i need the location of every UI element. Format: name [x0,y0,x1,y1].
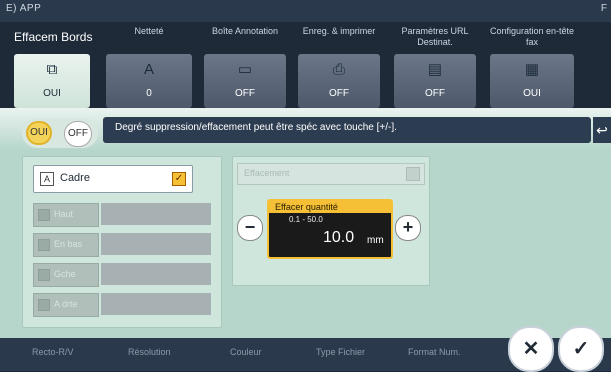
tab-effacem-bords[interactable]: Effacem Bords ⧉ OUI [8,20,96,108]
frame-box: A Cadre ✓ Haut En bas Gche A drte [22,156,222,328]
save-print-icon: ⎙ [332,61,345,78]
bottom-item-type-fichier: Type Fichier [316,347,366,357]
cancel-button[interactable]: ✕ [508,326,554,372]
tab-nettete[interactable]: Netteté A 0 [100,20,198,108]
side-button-gche[interactable]: Gche [33,263,99,287]
tab-enreg-imprimer[interactable]: Enreg. & imprimer ⎙ OFF [292,20,386,108]
toggle-off[interactable]: OFF [64,121,92,147]
side-icon [38,209,50,221]
tab-value: OUI [523,88,541,99]
tab-value: 0 [146,88,152,99]
tab-value: OUI [43,88,61,99]
decrease-button[interactable]: − [237,215,263,241]
message-bar: Degré suppression/effacement peut être s… [103,117,591,143]
tab-tile[interactable]: ▭ OFF [204,54,286,108]
side-value-field [101,233,211,255]
side-label: A drte [54,299,78,309]
tab-tile[interactable]: ⧉ OUI [14,54,90,108]
cadre-label: Cadre [60,172,90,184]
bottom-item-recto-rv: Recto-R/V [32,347,74,357]
tab-title: Effacem Bords [14,30,93,44]
tab-value: OFF [235,88,255,99]
tab-tile[interactable]: A 0 [106,54,192,108]
side-row-en-bas: En bas [33,233,211,257]
annotation-box-icon: ▭ [237,61,253,78]
increase-button[interactable]: + [395,215,421,241]
tab-tile[interactable]: ⎙ OFF [298,54,380,108]
effacement-label: Effacement [244,168,290,178]
side-label: Haut [54,209,74,219]
tab-title: Netteté [134,26,164,36]
app-right-label: F [600,3,607,14]
message-text: Degré suppression/effacement peut être s… [115,122,397,133]
tab-boite-annotation[interactable]: Boîte Annotation ▭ OFF [198,20,292,108]
tab-title: Paramètres URL Destinat. [401,26,469,47]
erase-quantity-box: Effacement − Effacer quantité 0.1 - 50.0… [232,156,430,286]
bottom-item-resolution: Résolution [128,347,171,357]
side-value-field [101,293,211,315]
side-row-gche: Gche [33,263,211,287]
side-button-en-bas[interactable]: En bas [33,233,99,257]
tab-value: OFF [329,88,349,99]
function-tabs: Effacem Bords ⧉ OUI Netteté A 0 Boîte An… [0,20,611,108]
tab-configuration-fax[interactable]: Configuration en-tête fax ▦ OUI [484,20,580,108]
tab-parametres-url[interactable]: Paramètres URL Destinat. ▤ OFF [388,20,482,108]
side-row-haut: Haut [33,203,211,227]
cadre-checkbox[interactable]: ✓ [172,172,186,186]
frame-icon: A [40,172,54,186]
side-value-field [101,263,211,285]
side-icon [38,269,50,281]
tab-title: Configuration en-tête fax [489,26,575,47]
effacement-select[interactable]: Effacement [237,163,425,185]
side-icon [38,299,50,311]
effacement-checkbox[interactable] [406,167,420,181]
side-value-field [101,203,211,225]
side-label: Gche [54,269,76,279]
side-button-haut[interactable]: Haut [33,203,99,227]
tab-title: Boîte Annotation [211,26,279,36]
ok-button[interactable]: ✓ [558,326,604,372]
quantity-value: 10.0 [323,229,355,246]
quantity-title: Effacer quantité [269,201,391,213]
url-destination-icon: ▤ [427,61,443,78]
tab-value: OFF [425,88,445,99]
side-button-a-drte[interactable]: A drte [33,293,99,317]
side-row-a-drte: A drte [33,293,211,317]
cadre-button[interactable]: A Cadre ✓ [33,165,193,193]
quantity-unit: mm [367,235,384,246]
erase-border-icon: ⧉ [46,61,58,78]
bottom-item-format-num: Format Num. [408,347,461,357]
bottom-item-couleur: Couleur [230,347,262,357]
fax-header-icon: ▦ [524,61,540,78]
side-label: En bas [54,239,83,249]
tab-tile[interactable]: ▦ OUI [490,54,574,108]
app-header: E) APP F [0,0,611,22]
oui-off-toggle: OUI OFF [22,118,98,148]
quantity-display[interactable]: Effacer quantité 0.1 - 50.0 10.0 mm [267,199,393,259]
back-arrow-icon[interactable]: ↩ [593,117,611,143]
toggle-oui[interactable]: OUI [26,121,52,145]
app-title: E) APP [6,3,42,14]
quantity-range: 0.1 - 50.0 [289,215,323,224]
tab-tile[interactable]: ▤ OFF [394,54,476,108]
sharpness-icon: A [143,61,154,78]
tab-title: Enreg. & imprimer [302,26,376,36]
side-icon [38,239,50,251]
